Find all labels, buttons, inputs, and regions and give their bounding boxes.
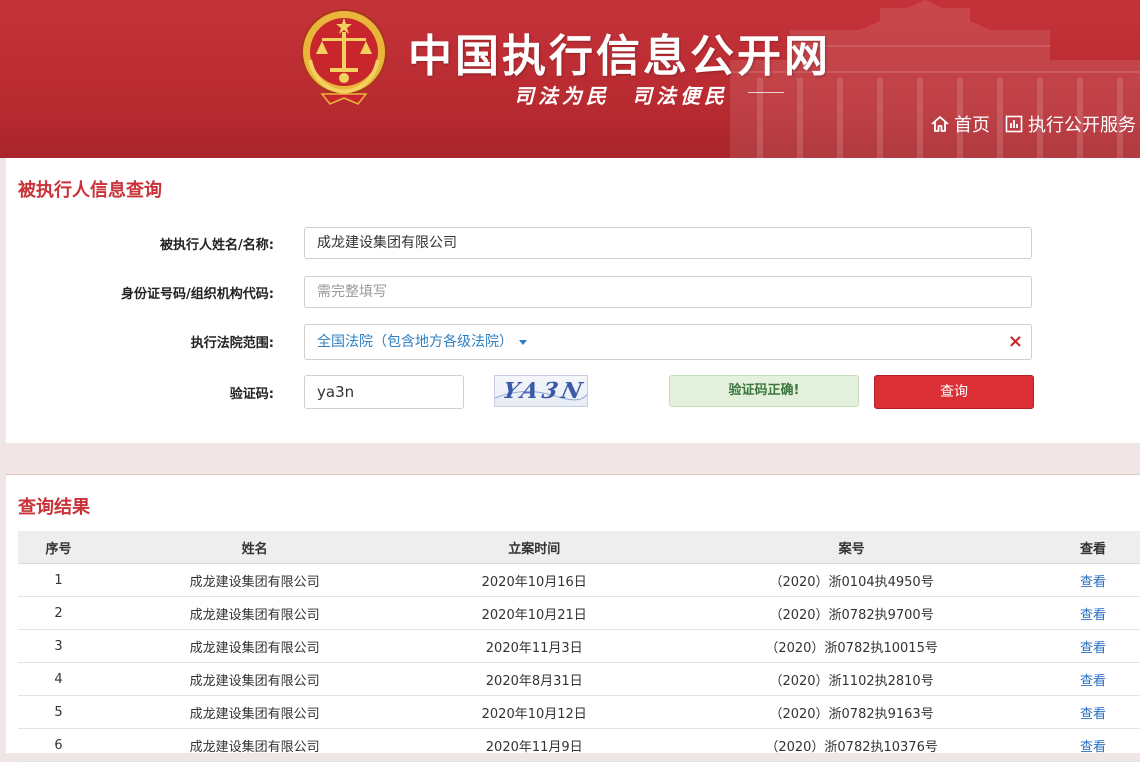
name-label: 被执行人姓名/名称: (160, 238, 274, 253)
row-date: 2020年10月21日 (410, 596, 659, 630)
nav-enforcement-service-link[interactable]: 执行公开服务 (1004, 111, 1136, 137)
row-date: 2020年10月16日 (410, 563, 659, 597)
row-date: 2020年8月31日 (410, 662, 659, 696)
view-link[interactable]: 查看 (1080, 707, 1106, 722)
row-view-cell: 查看 (1044, 728, 1140, 762)
slogan-left: 司法为民 (514, 84, 610, 108)
court-emblem-icon (301, 9, 387, 105)
row-case-number: （2020）浙0782执9700号 (658, 596, 1045, 630)
view-link[interactable]: 查看 (1080, 608, 1106, 623)
row-case-number: （2020）浙0782执10015号 (658, 629, 1045, 663)
results-table: 序号 姓名 立案时间 案号 查看 1 成龙建设集团有限公司 2020年10月16… (18, 531, 1140, 762)
view-link[interactable]: 查看 (1080, 575, 1106, 590)
results-panel: 查询结果 序号 姓名 立案时间 案号 查看 1 成龙建设集团有限公司 2020年… (6, 474, 1140, 762)
court-scope-select[interactable]: 全国法院（包含地方各级法院） × (304, 324, 1032, 360)
row-no: 2 (18, 596, 99, 630)
table-row: 6 成龙建设集团有限公司 2020年11月9日 （2020）浙0782执1037… (18, 728, 1140, 762)
row-case-number: （2020）浙1102执2810号 (658, 662, 1045, 696)
row-name: 成龙建设集团有限公司 (99, 596, 411, 630)
captcha-image-text: YA3N (500, 378, 588, 404)
name-input[interactable]: 成龙建设集团有限公司 (304, 227, 1032, 259)
column-header-case: 案号 (658, 531, 1045, 564)
nav-enforcement-service-label: 执行公开服务 (1028, 115, 1136, 136)
row-date: 2020年10月12日 (410, 695, 659, 729)
search-panel: 被执行人信息查询 被执行人姓名/名称: 成龙建设集团有限公司 身份证号码/组织机… (6, 158, 1140, 443)
captcha-input[interactable]: ya3n (304, 375, 464, 409)
row-case-number: （2020）浙0782执10376号 (658, 728, 1045, 762)
view-link[interactable]: 查看 (1080, 641, 1106, 656)
id-input[interactable]: 需完整填写 (304, 276, 1032, 308)
search-panel-title: 被执行人信息查询 (18, 180, 162, 201)
row-name: 成龙建设集团有限公司 (99, 695, 411, 729)
nav-home-label: 首页 (954, 115, 990, 136)
row-no: 6 (18, 728, 99, 762)
row-case-number: （2020）浙0104执4950号 (658, 563, 1045, 597)
row-no: 1 (18, 563, 99, 597)
query-button[interactable]: 查询 (874, 375, 1034, 409)
table-row: 3 成龙建设集团有限公司 2020年11月3日 （2020）浙0782执1001… (18, 629, 1140, 663)
row-no: 3 (18, 629, 99, 663)
row-view-cell: 查看 (1044, 662, 1140, 696)
site-title: 中国执行信息公开网 (408, 31, 831, 82)
caret-down-icon (519, 339, 527, 345)
court-scope-label: 执行法院范围: (190, 336, 274, 351)
view-link[interactable]: 查看 (1080, 674, 1106, 689)
column-header-date: 立案时间 (410, 531, 659, 564)
row-name: 成龙建设集团有限公司 (99, 728, 411, 762)
row-view-cell: 查看 (1044, 596, 1140, 630)
slogan-divider (748, 92, 784, 93)
captcha-label: 验证码: (229, 387, 274, 402)
table-row: 4 成龙建设集团有限公司 2020年8月31日 （2020）浙1102执2810… (18, 662, 1140, 696)
row-name: 成龙建设集团有限公司 (99, 563, 411, 597)
column-header-no: 序号 (18, 531, 99, 564)
court-scope-value: 全国法院（包含地方各级法院） (317, 334, 513, 350)
close-icon[interactable]: × (1008, 325, 1023, 359)
home-icon (931, 116, 949, 132)
site-header: 中国执行信息公开网 司法为民 司法便民 首页 执行公开服务 (0, 0, 1140, 158)
view-link[interactable]: 查看 (1080, 740, 1106, 755)
column-header-view: 查看 (1044, 531, 1140, 564)
id-label: 身份证号码/组织机构代码: (121, 287, 274, 302)
table-row: 2 成龙建设集团有限公司 2020年10月21日 （2020）浙0782执970… (18, 596, 1140, 630)
row-view-cell: 查看 (1044, 629, 1140, 663)
table-header-row: 序号 姓名 立案时间 案号 查看 (18, 531, 1140, 564)
results-title: 查询结果 (18, 497, 90, 518)
top-nav: 首页 执行公开服务 (930, 111, 1136, 137)
bar-chart-icon (1005, 115, 1023, 133)
table-row: 1 成龙建设集团有限公司 2020年10月16日 （2020）浙0104执495… (18, 563, 1140, 597)
row-view-cell: 查看 (1044, 563, 1140, 597)
table-row: 5 成龙建设集团有限公司 2020年10月12日 （2020）浙0782执916… (18, 695, 1140, 729)
row-name: 成龙建设集团有限公司 (99, 629, 411, 663)
slogan-right: 司法便民 (632, 84, 728, 108)
nav-home-link[interactable]: 首页 (930, 111, 990, 137)
row-view-cell: 查看 (1044, 695, 1140, 729)
site-slogan: 司法为民 司法便民 (514, 80, 728, 109)
row-no: 4 (18, 662, 99, 696)
captcha-image[interactable]: YA3N (494, 375, 588, 407)
row-no: 5 (18, 695, 99, 729)
column-header-name: 姓名 (99, 531, 411, 564)
row-name: 成龙建设集团有限公司 (99, 662, 411, 696)
row-date: 2020年11月3日 (410, 629, 659, 663)
captcha-status-badge: 验证码正确! (669, 375, 859, 407)
row-case-number: （2020）浙0782执9163号 (658, 695, 1045, 729)
row-date: 2020年11月9日 (410, 728, 659, 762)
